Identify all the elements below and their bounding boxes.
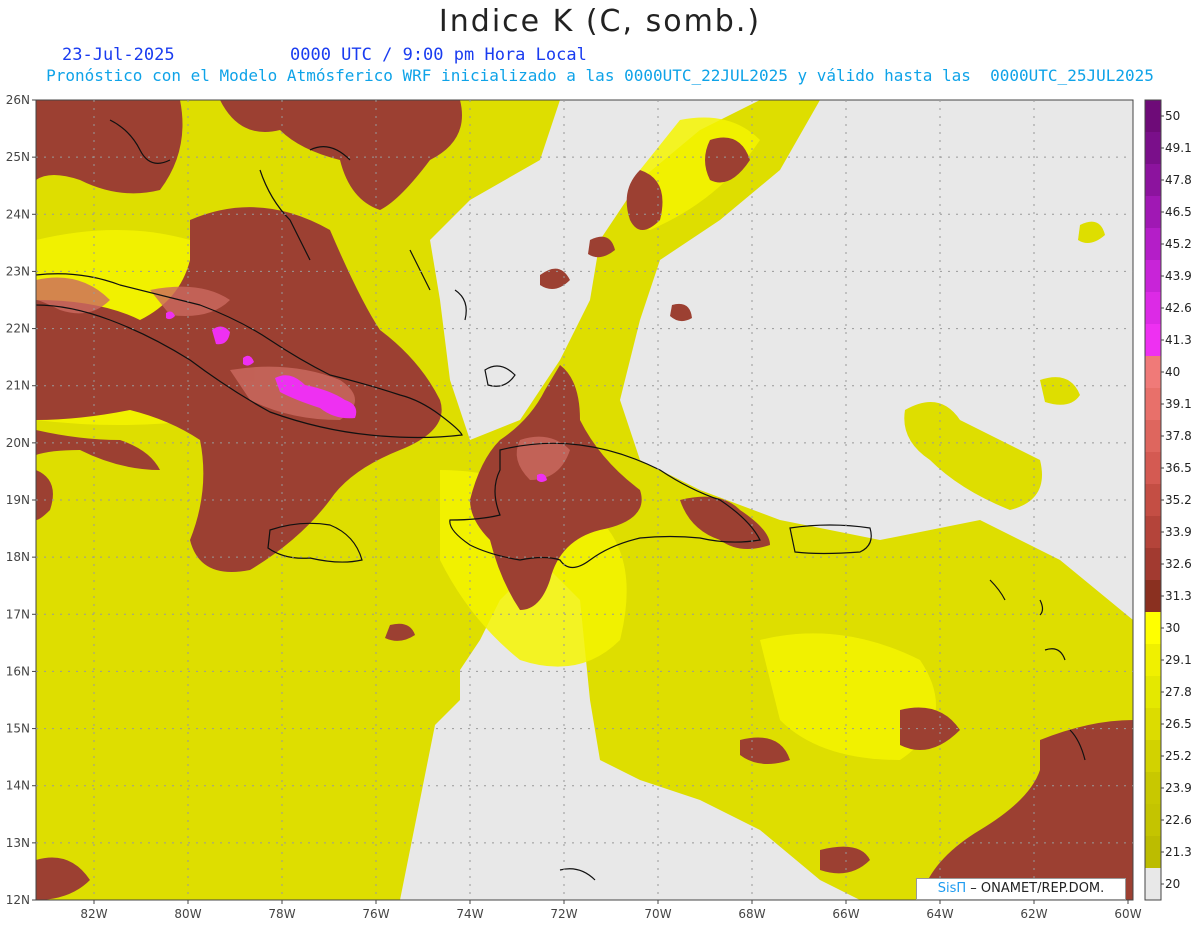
colorbar-segment [1145, 324, 1161, 357]
colorbar-label: 21.3 [1165, 845, 1192, 859]
k-index-field [36, 100, 1133, 900]
lat-tick-label: 12N [6, 893, 30, 907]
lat-tick-label: 17N [6, 607, 30, 621]
colorbar-segment [1145, 420, 1161, 453]
credit-text: – ONAMET/REP.DOM. [966, 881, 1105, 896]
colorbar-segment [1145, 452, 1161, 485]
colorbar-segment [1145, 484, 1161, 517]
colorbar-segment [1145, 132, 1161, 165]
colorbar-segment [1145, 708, 1161, 741]
colorbar-label: 23.9 [1165, 781, 1192, 795]
colorbar-label: 20 [1165, 877, 1180, 891]
lat-tick-label: 23N [6, 264, 30, 278]
colorbar-label: 41.3 [1165, 333, 1192, 347]
credit-brand: SisΠ [937, 881, 967, 896]
colorbar-label: 37.8 [1165, 429, 1192, 443]
lon-tick-label: 64W [926, 907, 953, 921]
colorbar-segment [1145, 292, 1161, 325]
colorbar-segment [1145, 580, 1161, 613]
colorbar-segment [1145, 356, 1161, 389]
colorbar-label: 33.9 [1165, 525, 1192, 539]
colorbar-label: 30 [1165, 621, 1180, 635]
lon-tick-label: 70W [644, 907, 671, 921]
lon-tick-label: 72W [550, 907, 577, 921]
lon-tick-label: 66W [832, 907, 859, 921]
lat-tick-label: 21N [6, 379, 30, 393]
colorbar-label: 26.5 [1165, 717, 1192, 731]
colorbar-segment [1145, 868, 1161, 901]
colorbar-label: 50 [1165, 109, 1180, 123]
colorbar-segment [1145, 228, 1161, 261]
colorbar-label: 31.3 [1165, 589, 1192, 603]
lat-tick-label: 25N [6, 150, 30, 164]
lat-tick-label: 13N [6, 836, 30, 850]
map-figure: 26N 25N 24N 23N 22N 21N 20N 19N 18N 17N 16N 15N 14N 1… [6, 93, 1192, 921]
lat-tick-label: 24N [6, 207, 30, 221]
colorbar-segment [1145, 836, 1161, 869]
colorbar: 50 49.1 47.8 46.5 45.2 43.9 42.6 41.3 40 39.1 37.8… [1144, 99, 1192, 901]
lon-tick-label: 62W [1020, 907, 1047, 921]
colorbar-label: 27.8 [1165, 685, 1192, 699]
colorbar-segment [1145, 612, 1161, 645]
colorbar-label: 32.6 [1165, 557, 1192, 571]
colorbar-label: 36.5 [1165, 461, 1192, 475]
colorbar-segment [1145, 164, 1161, 197]
colorbar-label: 42.6 [1165, 301, 1192, 315]
lat-tick-label: 18N [6, 550, 30, 564]
colorbar-label: 35.2 [1165, 493, 1192, 507]
lon-tick-label: 78W [268, 907, 295, 921]
lat-tick-label: 20N [6, 436, 30, 450]
colorbar-segment [1145, 100, 1161, 133]
colorbar-label: 25.2 [1165, 749, 1192, 763]
colorbar-label: 40 [1165, 365, 1180, 379]
credit-box: SisΠ – ONAMET/REP.DOM. [916, 878, 1126, 900]
colorbar-segment [1145, 516, 1161, 549]
lon-tick-label: 60W [1114, 907, 1141, 921]
lat-tick-label: 14N [6, 779, 30, 793]
lat-tick-label: 22N [6, 322, 30, 336]
lon-tick-label: 74W [456, 907, 483, 921]
lat-tick-label: 19N [6, 493, 30, 507]
lon-tick-label: 82W [80, 907, 107, 921]
colorbar-label: 49.1 [1165, 141, 1192, 155]
colorbar-segment [1145, 740, 1161, 773]
lon-tick-label: 68W [738, 907, 765, 921]
latitude-axis: 26N 25N 24N 23N 22N 21N 20N 19N 18N 17N 16N 15N 14N 1… [6, 93, 36, 907]
colorbar-segment [1145, 388, 1161, 421]
colorbar-label: 47.8 [1165, 173, 1192, 187]
colorbar-segment [1145, 644, 1161, 677]
colorbar-label: 46.5 [1165, 205, 1192, 219]
lon-tick-label: 80W [174, 907, 201, 921]
longitude-axis: 82W 80W 78W 76W 74W 72W 70W 68W 66W 64W 62W 60W [80, 900, 1142, 921]
colorbar-label: 43.9 [1165, 269, 1192, 283]
lat-tick-label: 15N [6, 722, 30, 736]
colorbar-segment [1145, 260, 1161, 293]
lon-tick-label: 76W [362, 907, 389, 921]
colorbar-segment [1145, 804, 1161, 837]
colorbar-label: 39.1 [1165, 397, 1192, 411]
colorbar-label: 22.6 [1165, 813, 1192, 827]
lat-tick-label: 26N [6, 93, 30, 107]
colorbar-segment [1145, 772, 1161, 805]
colorbar-label: 29.1 [1165, 653, 1192, 667]
lat-tick-label: 16N [6, 664, 30, 678]
colorbar-segment [1145, 676, 1161, 709]
colorbar-segment [1145, 548, 1161, 581]
colorbar-segment [1145, 196, 1161, 229]
colorbar-label: 45.2 [1165, 237, 1192, 251]
